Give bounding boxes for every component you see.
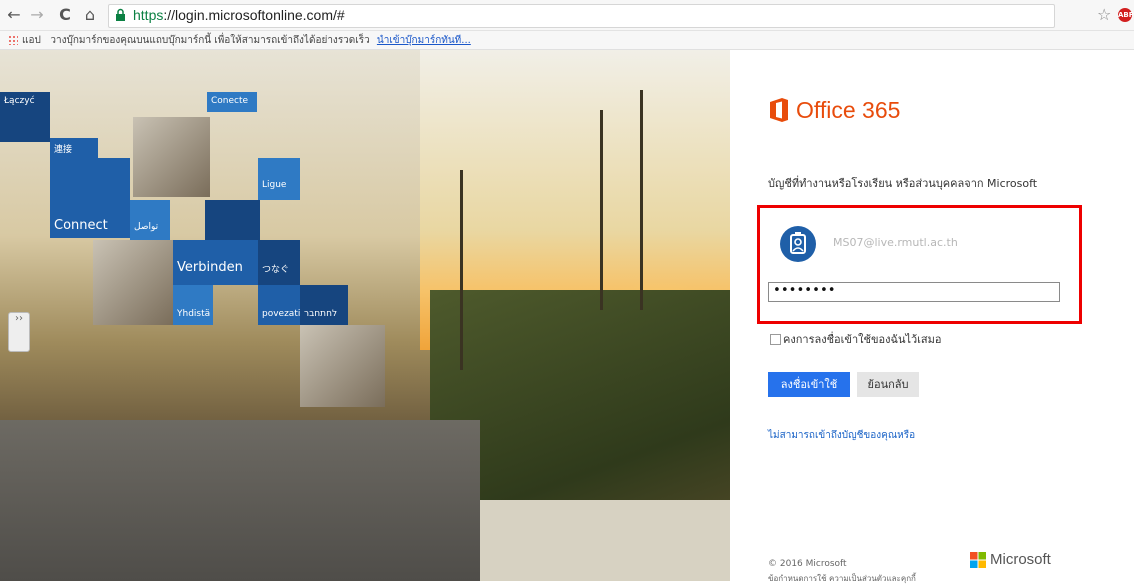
tile: Conecte — [207, 92, 257, 112]
product-title: Office 365 — [796, 97, 901, 123]
tile: povezati — [258, 285, 300, 325]
photo-tile — [133, 117, 210, 197]
palm-tree — [460, 170, 463, 370]
account-email: MS07@live.rmutl.ac.th — [833, 236, 958, 249]
retaining-wall — [480, 500, 730, 581]
tile: つなぐ — [258, 240, 300, 285]
adblock-icon[interactable]: ABP — [1118, 8, 1134, 22]
tile: تواصل — [130, 200, 170, 240]
footer-links[interactable]: ข้อกำหนดการใช้ ความเป็นส่วนตัวและคุกกี้ — [768, 572, 916, 585]
back-icon[interactable]: ← — [4, 5, 24, 25]
tile: Łączyć — [0, 92, 50, 142]
photo-tile — [300, 325, 385, 407]
back-button[interactable]: ย้อนกลับ — [857, 372, 919, 397]
forward-icon[interactable]: → — [27, 5, 47, 25]
sign-in-button[interactable]: ลงชื่อเข้าใช้ — [768, 372, 850, 397]
photo-tile — [93, 240, 173, 325]
microsoft-logo-icon — [970, 552, 986, 568]
import-bookmarks-link[interactable]: นำเข้าบุ๊กมาร์กทันที... — [377, 35, 471, 46]
url-text: https://login.microsoftonline.com/# — [133, 7, 345, 23]
office-logo-icon — [770, 98, 788, 122]
home-icon[interactable]: ⌂ — [80, 5, 100, 25]
keep-signed-in-label[interactable]: คงการลงชื่อเข้าใช้ของฉันไว้เสมอ — [783, 330, 942, 348]
cant-access-link[interactable]: ไม่สามารถเข้าถึงบัญชีของคุณหรือ — [768, 428, 915, 443]
palm-tree — [640, 90, 643, 310]
tile: Yhdistä — [173, 285, 213, 325]
address-bar[interactable]: https://login.microsoftonline.com/# — [108, 4, 1055, 28]
side-expand-handle[interactable]: ›› — [8, 312, 30, 352]
copyright: © 2016 Microsoft — [768, 559, 847, 569]
palm-tree — [600, 110, 603, 310]
tile — [205, 200, 260, 240]
apps-grid-icon[interactable] — [8, 35, 18, 45]
highway — [0, 420, 480, 581]
tile: Verbinden — [173, 240, 258, 285]
hero-image: Łączyć Conecte 連接 Ligue Connect تواصل Ve… — [0, 50, 730, 581]
bookmarks-prompt: วางบุ๊กมาร์กของคุณบนแถบบุ๊กมาร์กนี้ เพื่… — [50, 35, 370, 46]
highlight-box — [757, 205, 1082, 324]
tile: Ligue — [258, 158, 300, 200]
microsoft-brand: Microsoft — [990, 551, 1051, 568]
tile: לחתחבר — [300, 285, 348, 325]
user-avatar-icon — [780, 226, 816, 262]
account-type-label: บัญชีที่ทำงานหรือโรงเรียน หรือส่วนบุคคลจ… — [768, 177, 1038, 190]
browser-toolbar: ← → C ⌂ https://login.microsoftonline.co… — [0, 0, 1134, 31]
bookmarks-bar: แอป วางบุ๊กมาร์กของคุณบนแถบบุ๊กมาร์กนี้ … — [0, 31, 1134, 50]
reload-icon[interactable]: C — [55, 5, 75, 25]
apps-label[interactable]: แอป — [22, 35, 41, 46]
keep-signed-in-checkbox[interactable] — [770, 334, 781, 345]
tile: Connect — [50, 158, 130, 238]
password-input[interactable]: •••••••• — [768, 282, 1060, 302]
bookmark-star-icon[interactable]: ☆ — [1097, 5, 1111, 24]
lock-icon — [116, 8, 125, 21]
